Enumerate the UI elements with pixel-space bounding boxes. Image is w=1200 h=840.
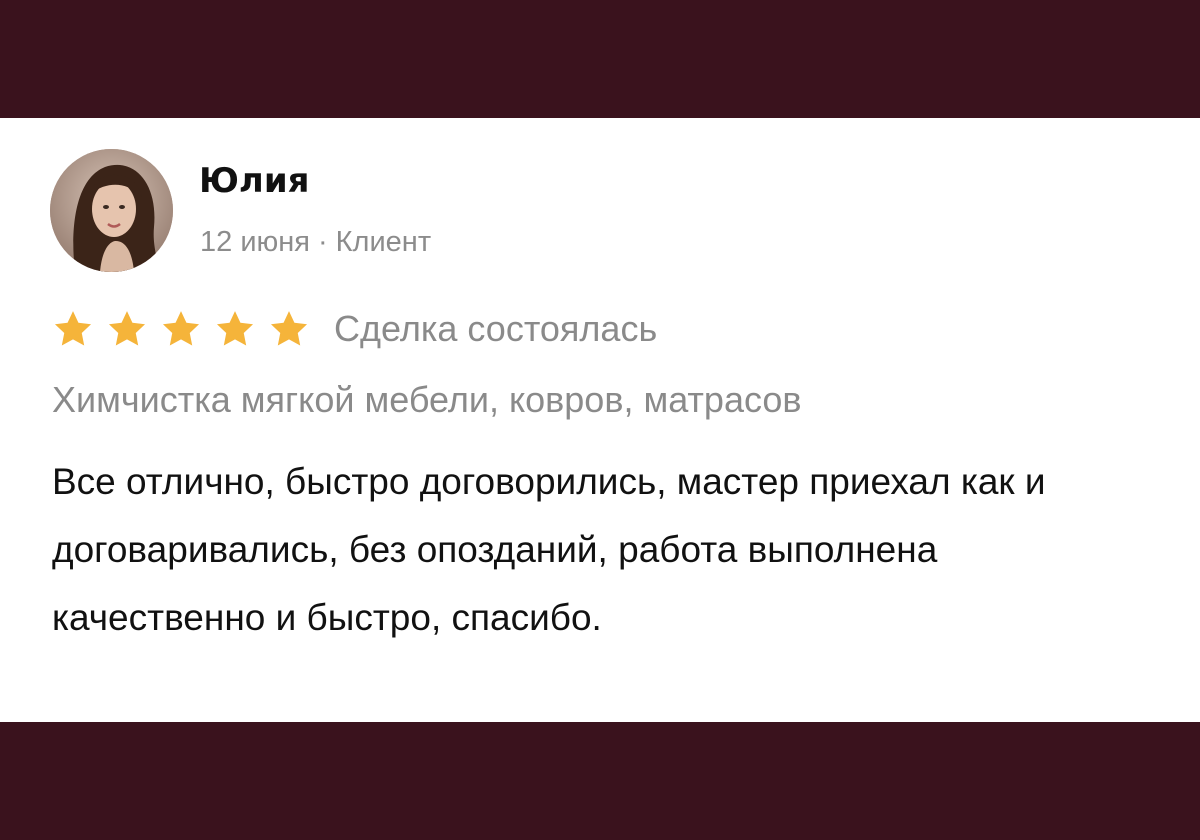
rating-row: Сделка состоялась [52, 304, 657, 354]
deal-status: Сделка состоялась [334, 308, 658, 349]
star-rating [52, 308, 322, 350]
page-frame: Юлия 12 июня · Клиент Сделка состоялась Хи… [0, 0, 1200, 840]
meta-separator: · [317, 226, 328, 258]
star-icon [160, 308, 202, 350]
star-icon [106, 308, 148, 350]
reviewer-role: Клиент [335, 226, 432, 258]
avatar-photo [50, 149, 173, 272]
review-meta: 12 июня · Клиент [200, 224, 431, 260]
star-icon [52, 308, 94, 350]
star-icon [214, 308, 256, 350]
review-card: Юлия 12 июня · Клиент Сделка состоялась Хи… [0, 118, 1200, 722]
review-text: Все отлично, быстро договорились, мастер… [52, 461, 1046, 638]
star-icon [268, 308, 310, 350]
review-date: 12 июня [200, 226, 310, 258]
avatar[interactable] [50, 149, 173, 272]
author-name[interactable]: Юлия [199, 161, 309, 201]
service-name[interactable]: Химчистка мягкой мебели, ковров, матрасо… [52, 376, 802, 424]
